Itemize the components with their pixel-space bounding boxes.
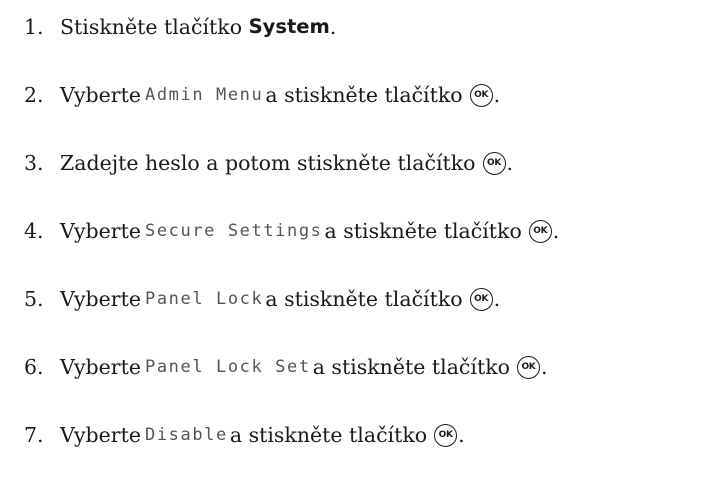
step-text: Zadejte heslo a potom stiskněte tlačítko bbox=[60, 151, 476, 175]
menu-item-label: Panel Lock Set bbox=[144, 357, 311, 377]
step-period: . bbox=[552, 219, 560, 243]
step-number: 3. bbox=[24, 151, 44, 175]
ok-button-icon: OK bbox=[434, 423, 458, 447]
step-number: 2. bbox=[24, 83, 44, 107]
step-text: Stiskněte tlačítko bbox=[60, 15, 243, 39]
step-period: . bbox=[458, 423, 465, 447]
ok-button-icon: OK bbox=[528, 219, 552, 243]
step-5: 5. Vyberte Panel Lock a stiskněte tlačít… bbox=[24, 284, 500, 314]
menu-item-label: Disable bbox=[144, 425, 228, 445]
step-text: Vyberte bbox=[60, 423, 141, 447]
step-text: a stiskněte tlačítko bbox=[265, 287, 463, 311]
step-number: 1. bbox=[24, 15, 44, 39]
menu-item-label: Panel Lock bbox=[144, 289, 264, 309]
step-period: . bbox=[493, 83, 501, 107]
step-number: 4. bbox=[24, 219, 44, 243]
ok-button-icon: OK bbox=[482, 151, 506, 175]
step-2: 2. Vyberte Admin Menu a stiskněte tlačít… bbox=[24, 80, 500, 110]
step-text: Vyberte bbox=[60, 219, 141, 243]
step-7: 7. Vyberte Disable a stiskněte tlačítko … bbox=[24, 420, 465, 450]
step-1: 1. Stiskněte tlačítko System. bbox=[24, 12, 336, 42]
step-text: Vyberte bbox=[60, 287, 141, 311]
step-number: 5. bbox=[24, 287, 44, 311]
step-period: . bbox=[329, 15, 337, 39]
step-3: 3. Zadejte heslo a potom stiskněte tlačí… bbox=[24, 148, 513, 178]
step-text: Vyberte bbox=[60, 83, 141, 107]
step-period: . bbox=[493, 287, 501, 311]
ok-button-icon: OK bbox=[516, 355, 540, 379]
step-text: a stiskněte tlačítko bbox=[265, 83, 463, 107]
step-text: Vyberte bbox=[60, 355, 141, 379]
step-number: 6. bbox=[24, 355, 44, 379]
ok-button-icon: OK bbox=[469, 83, 493, 107]
step-number: 7. bbox=[24, 423, 44, 447]
menu-item-label: Secure Settings bbox=[144, 221, 323, 241]
step-4: 4. Vyberte Secure Settings a stiskněte t… bbox=[24, 216, 559, 246]
step-period: . bbox=[506, 151, 514, 175]
menu-item-label: Admin Menu bbox=[144, 85, 264, 105]
step-text: a stiskněte tlačítko bbox=[324, 219, 522, 243]
ok-button-icon: OK bbox=[469, 287, 493, 311]
system-button-label: System bbox=[248, 15, 330, 38]
step-text: a stiskněte tlačítko bbox=[312, 355, 510, 379]
step-6: 6. Vyberte Panel Lock Set a stiskněte tl… bbox=[24, 352, 548, 382]
step-text: a stiskněte tlačítko bbox=[229, 423, 428, 447]
step-period: . bbox=[540, 355, 548, 379]
